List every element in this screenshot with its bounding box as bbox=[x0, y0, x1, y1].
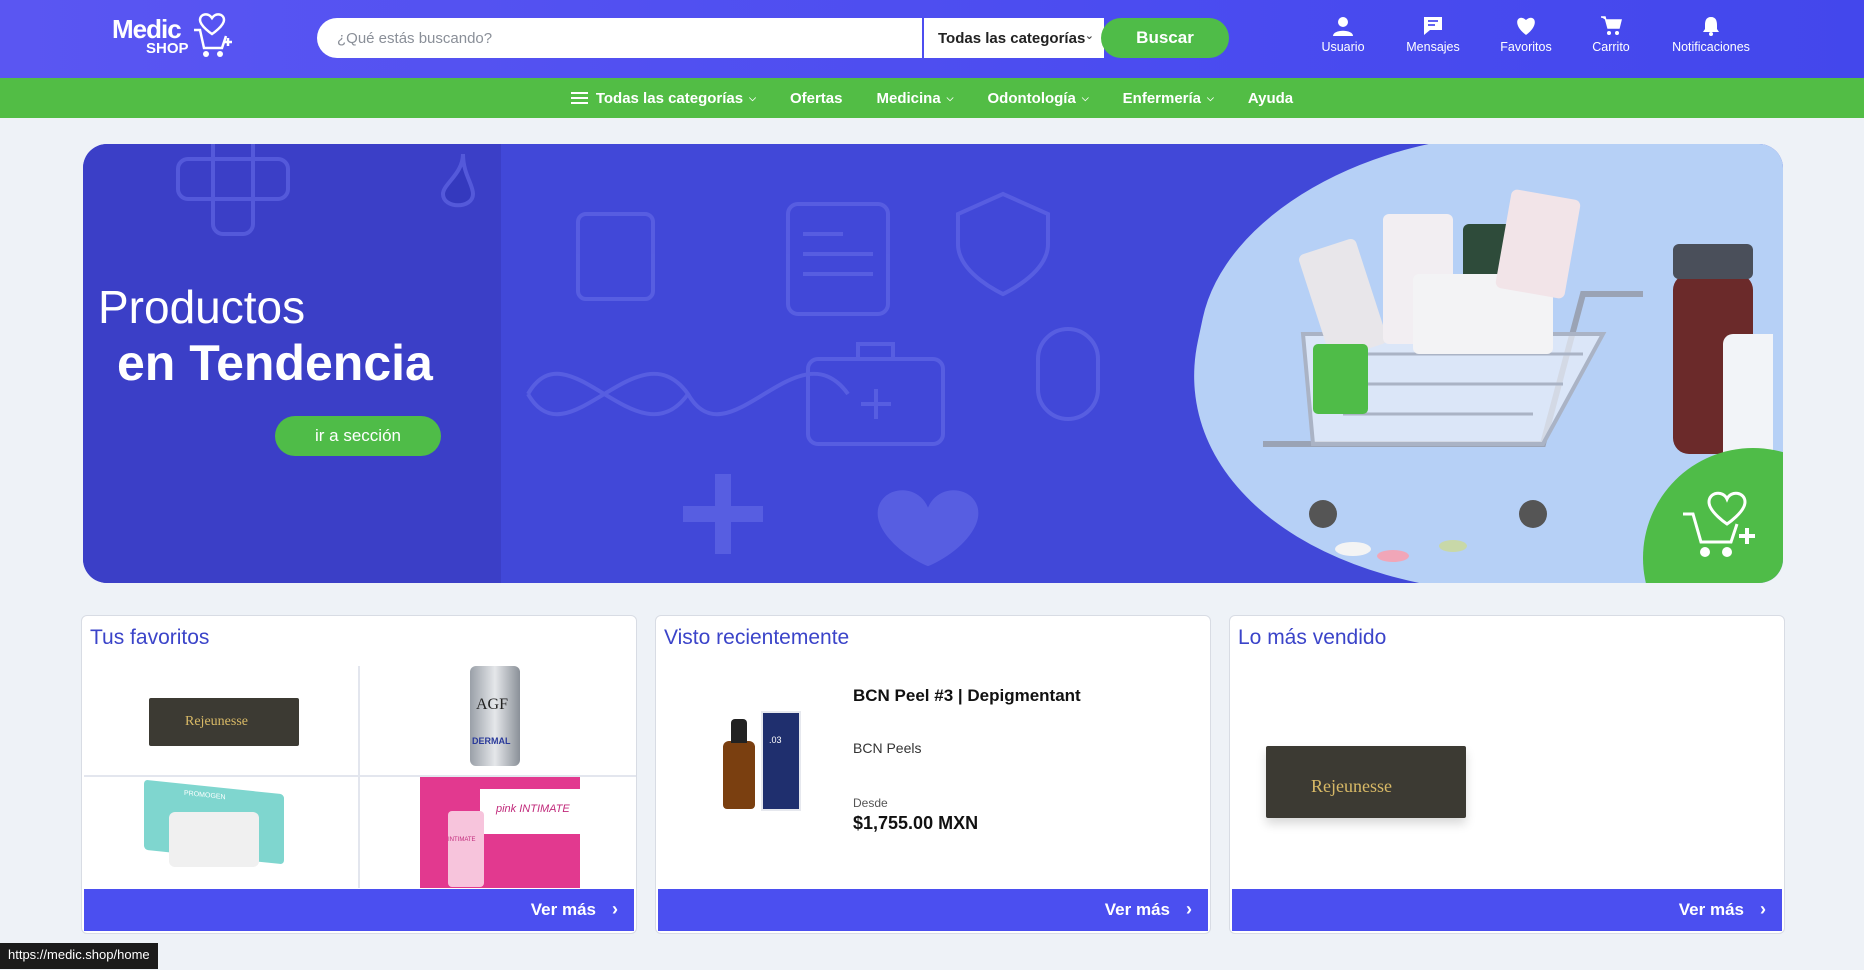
logo-cart-icon bbox=[194, 13, 232, 57]
product-image: pink INTIMATE INTIMATE bbox=[420, 777, 580, 888]
medic-shop-logo[interactable]: Medic SHOP bbox=[112, 12, 232, 64]
favorite-product-4[interactable]: pink INTIMATE INTIMATE bbox=[360, 777, 636, 888]
chevron-down-icon: ⌵ bbox=[946, 92, 954, 103]
nav-offers[interactable]: Ofertas bbox=[790, 90, 843, 107]
card-title: Tus favoritos bbox=[90, 626, 210, 649]
product-price: $1,755.00 MXN bbox=[853, 813, 979, 833]
favorites-card: Tus favoritos Rejeunesse AGF DERMAL PROM… bbox=[81, 615, 637, 934]
chevron-down-icon: ⌵ bbox=[1207, 92, 1214, 103]
category-select[interactable]: Todas las categorías ⌄ bbox=[924, 18, 1104, 58]
chevron-right-icon: › bbox=[612, 899, 618, 919]
see-more-button[interactable]: Ver más › bbox=[658, 889, 1208, 931]
hero-banner[interactable]: Productos en Tendencia ir a sección bbox=[83, 144, 1783, 583]
product-image: Rejeunesse bbox=[149, 698, 299, 746]
nav-help[interactable]: Ayuda bbox=[1248, 90, 1293, 107]
user-button[interactable]: Usuario bbox=[1298, 16, 1388, 60]
favorite-product-2[interactable]: AGF DERMAL bbox=[360, 666, 636, 777]
messages-button[interactable]: Mensajes bbox=[1388, 16, 1478, 60]
price-from-label: Desde bbox=[853, 796, 888, 810]
cart-icon bbox=[1601, 16, 1622, 35]
see-more-button[interactable]: Ver más › bbox=[1232, 889, 1782, 931]
card-title: Lo más vendido bbox=[1238, 626, 1387, 649]
status-bar-url: https://medic.shop/home bbox=[0, 943, 158, 969]
banner-title-line1: Productos bbox=[98, 281, 306, 333]
chevron-right-icon: › bbox=[1186, 899, 1192, 919]
favorites-grid: Rejeunesse AGF DERMAL PROMOGEN pink INTI… bbox=[84, 666, 636, 889]
category-nav: Todas las categorías ⌵ Ofertas Medicina ⌵ … bbox=[0, 78, 1864, 118]
nav-nursing[interactable]: Enfermería ⌵ bbox=[1123, 90, 1214, 107]
search-button[interactable]: Buscar bbox=[1101, 18, 1229, 58]
top-header: Medic SHOP Todas las categorías ⌄ Buscar… bbox=[0, 0, 1864, 78]
nav-all-categories[interactable]: Todas las categorías ⌵ bbox=[570, 89, 756, 107]
favorite-product-1[interactable]: Rejeunesse bbox=[84, 666, 360, 777]
best-sellers-card: Lo más vendido Rejeunesse Ver más › bbox=[1229, 615, 1785, 934]
go-to-section-button[interactable]: ir a sección bbox=[275, 416, 441, 456]
chevron-down-icon: ⌵ bbox=[1081, 92, 1089, 103]
banner-title-line2: en Tendencia bbox=[117, 335, 433, 391]
product-image[interactable]: .03 bbox=[711, 711, 806, 816]
recently-viewed-card: Visto recientemente .03 BCN Peel #3 | De… bbox=[655, 615, 1211, 934]
nav-dentistry[interactable]: Odontología ⌵ bbox=[988, 90, 1089, 107]
product-image: AGF DERMAL bbox=[470, 666, 520, 766]
see-more-button[interactable]: Ver más › bbox=[84, 889, 634, 931]
heart-icon bbox=[1517, 17, 1535, 35]
search-input[interactable] bbox=[317, 18, 922, 58]
bell-icon bbox=[1703, 17, 1719, 36]
chevron-right-icon: › bbox=[1760, 899, 1766, 919]
card-title: Visto recientemente bbox=[664, 626, 850, 649]
logo-cart-icon bbox=[1683, 491, 1755, 557]
product-vials bbox=[169, 812, 259, 867]
chevron-down-icon: ⌄ bbox=[1084, 30, 1094, 42]
message-icon bbox=[1424, 17, 1442, 35]
favorites-button[interactable]: Favoritos bbox=[1481, 16, 1571, 60]
product-name[interactable]: BCN Peel #3 | Depigmentant bbox=[853, 686, 1081, 706]
chevron-down-icon: ⌵ bbox=[749, 92, 756, 103]
cart-button[interactable]: Carrito bbox=[1566, 16, 1656, 60]
product-brand: BCN Peels bbox=[853, 740, 922, 756]
favorite-product-3[interactable]: PROMOGEN bbox=[84, 777, 360, 888]
user-icon bbox=[1333, 17, 1353, 36]
product-image[interactable]: Rejeunesse bbox=[1266, 746, 1466, 818]
menu-icon bbox=[570, 89, 588, 107]
notifications-button[interactable]: Notificaciones bbox=[1666, 16, 1756, 60]
nav-medicine[interactable]: Medicina ⌵ bbox=[876, 90, 953, 107]
